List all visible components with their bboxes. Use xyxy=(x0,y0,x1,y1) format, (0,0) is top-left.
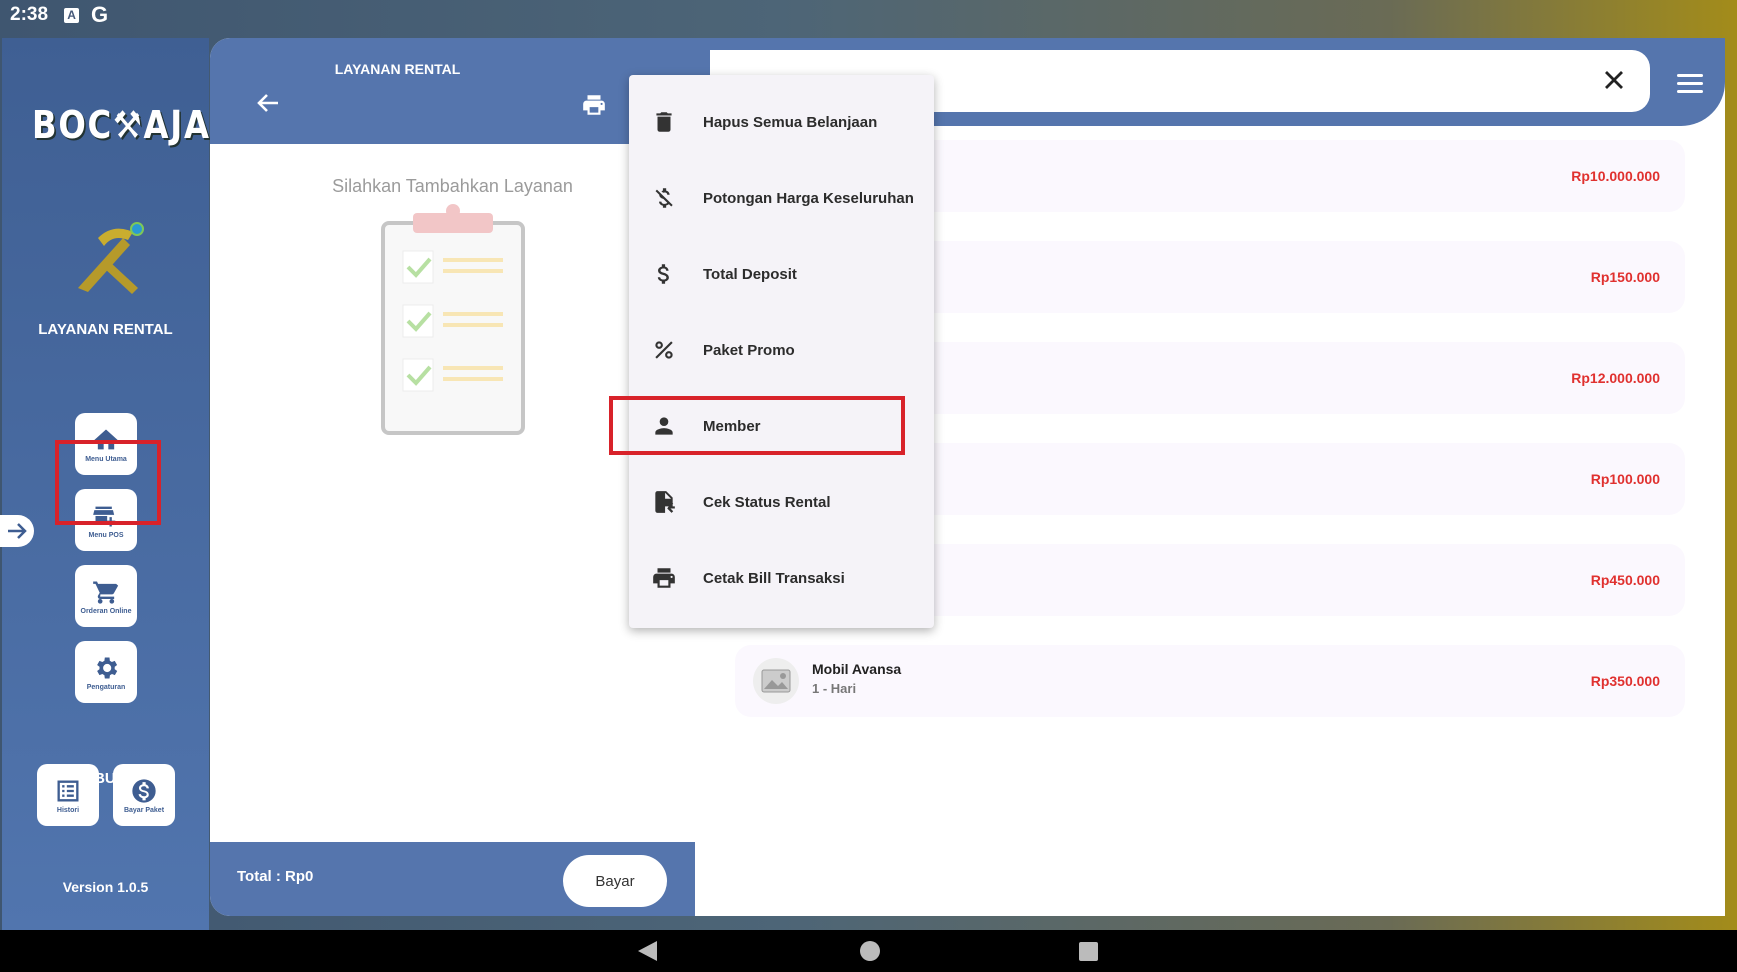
print-button[interactable] xyxy=(580,92,608,118)
a-badge-icon: A xyxy=(64,7,80,23)
highlight-box-member xyxy=(609,396,905,455)
status-time: 2:38 xyxy=(10,4,49,25)
expand-sidebar-button[interactable] xyxy=(0,515,34,547)
arrow-left-icon xyxy=(257,94,278,112)
google-icon: G xyxy=(91,2,109,27)
money-off-icon xyxy=(655,188,673,208)
product-price: Rp12.000.000 xyxy=(1571,370,1660,386)
bayar-button[interactable]: Bayar xyxy=(563,855,667,907)
file-check-icon xyxy=(655,491,675,513)
menu-item-hapus-semua[interactable]: Hapus Semua Belanjaan xyxy=(629,84,934,160)
sidebar-title: LAYANAN RENTAL xyxy=(38,321,173,338)
orderan-online-button[interactable]: Orderan Online xyxy=(75,565,137,627)
product-name: Mobil Avansa xyxy=(812,661,902,677)
percent-icon xyxy=(655,341,673,359)
image-placeholder-icon xyxy=(761,669,791,693)
product-item-mobil-avansa[interactable]: Mobil Avansa 1 - Hari Rp350.000 xyxy=(735,645,1685,717)
pengaturan-label: Pengaturan xyxy=(86,683,126,691)
close-icon xyxy=(1605,71,1623,89)
hamburger-icon xyxy=(1677,74,1703,77)
highlight-box-menu-pos xyxy=(55,440,161,525)
product-price: Rp10.000.000 xyxy=(1571,168,1660,184)
dollar-icon xyxy=(657,264,669,284)
avatar xyxy=(68,218,148,298)
bayar-paket-label: Bayar Paket xyxy=(123,806,165,814)
system-nav-bar xyxy=(0,930,1737,972)
app-version: Version 1.0.5 xyxy=(62,879,149,895)
printer-icon xyxy=(583,95,605,115)
menu-item-label: Paket Promo xyxy=(703,341,795,359)
cart-panel: LAYANAN RENTAL Silahkan Tambahkan Layana… xyxy=(210,38,695,916)
empty-cart-message: Silahkan Tambahkan Layanan xyxy=(332,176,573,196)
menu-item-label: Cetak Bill Transaksi xyxy=(703,569,845,587)
back-button[interactable] xyxy=(256,90,282,116)
histori-button[interactable]: Histori xyxy=(37,764,99,826)
menu-item-paket-promo[interactable]: Paket Promo xyxy=(629,312,934,388)
menu-item-label: Total Deposit xyxy=(703,265,797,283)
app-logo: BOC⚒AJA xyxy=(32,103,211,147)
menu-item-cek-status[interactable]: Cek Status Rental xyxy=(629,464,934,540)
pengaturan-button[interactable]: Pengaturan xyxy=(75,641,137,703)
nav-home-button[interactable] xyxy=(860,941,880,961)
histori-label: Histori xyxy=(56,806,80,814)
product-price: Rp350.000 xyxy=(1590,673,1660,689)
product-price: Rp100.000 xyxy=(1590,471,1660,487)
menu-item-potongan-harga[interactable]: Potongan Harga Keseluruhan xyxy=(629,160,934,236)
paket-title: PAKET BUSINESS xyxy=(40,770,171,787)
menu-button[interactable] xyxy=(1677,74,1703,94)
trash-icon xyxy=(656,112,672,132)
clipboard-illustration xyxy=(381,204,525,435)
total-amount: Total : Rp0 xyxy=(237,868,314,885)
arrow-right-icon xyxy=(8,523,27,539)
product-duration: 1 - Hari xyxy=(812,681,857,696)
list-icon xyxy=(57,780,79,801)
bayar-paket-button[interactable]: Bayar Paket xyxy=(113,764,175,826)
status-bar: 2:38 A G xyxy=(0,0,1737,30)
printer-icon xyxy=(653,568,675,588)
product-price: Rp150.000 xyxy=(1590,269,1660,285)
menu-item-total-deposit[interactable]: Total Deposit xyxy=(629,236,934,312)
gear-icon xyxy=(97,657,118,678)
menu-item-label: Cek Status Rental xyxy=(703,493,831,511)
menu-item-label: Hapus Semua Belanjaan xyxy=(703,113,878,131)
menu-item-cetak-bill[interactable]: Cetak Bill Transaksi xyxy=(629,540,934,616)
cart-icon xyxy=(93,581,119,604)
product-price: Rp450.000 xyxy=(1590,572,1660,588)
menu-item-label: Potongan Harga Keseluruhan xyxy=(703,189,914,207)
nav-recents-button[interactable] xyxy=(1079,942,1098,961)
cart-header: LAYANAN RENTAL xyxy=(210,38,695,144)
cart-footer: Total : Rp0 Bayar xyxy=(210,842,695,916)
nav-back-button[interactable] xyxy=(638,941,657,961)
clear-search-button[interactable] xyxy=(1600,66,1628,94)
cart-title: LAYANAN RENTAL xyxy=(334,61,461,77)
orderan-online-label: Orderan Online xyxy=(80,607,132,615)
online-indicator xyxy=(130,222,144,236)
product-thumbnail xyxy=(753,658,799,704)
options-dropdown-menu: Hapus Semua Belanjaan Potongan Harga Kes… xyxy=(629,75,934,628)
dollar-icon xyxy=(132,778,156,803)
menu-pos-label: Menu POS xyxy=(88,531,124,539)
